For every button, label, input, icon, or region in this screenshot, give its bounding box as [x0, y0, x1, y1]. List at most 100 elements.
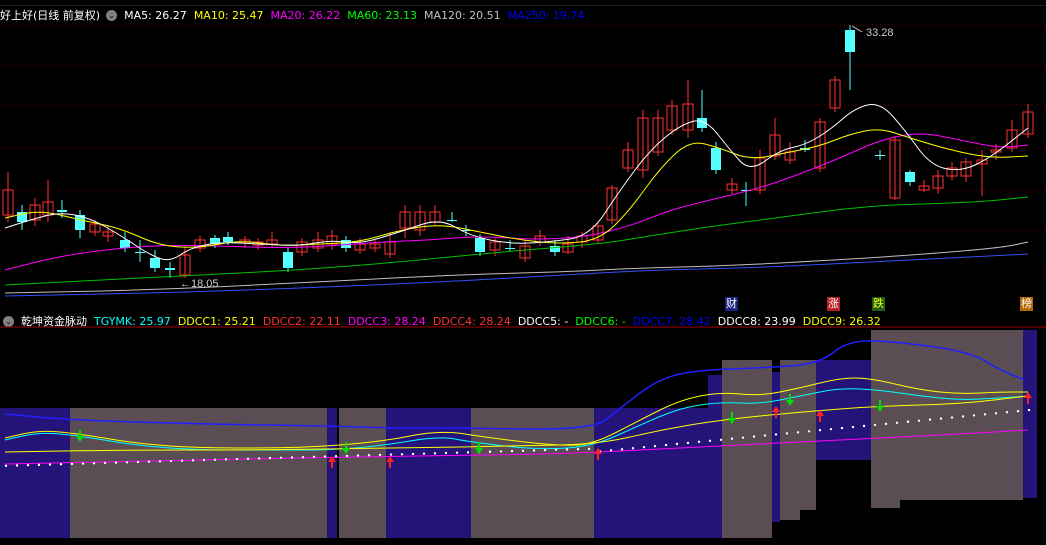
ddcc8-dot — [675, 442, 679, 446]
ddcc8-dot — [345, 454, 349, 458]
ddcc8-dot — [587, 447, 591, 451]
ddcc8-dot — [609, 449, 613, 452]
ddcc8-dot — [235, 457, 239, 461]
signal-band — [708, 375, 722, 538]
ddcc8-dot — [81, 462, 85, 465]
ddcc8-dot — [554, 448, 558, 452]
ddcc8-dot — [631, 447, 635, 450]
ddcc8-dot — [323, 455, 327, 458]
signal-band — [772, 372, 780, 522]
ddcc8-dot — [378, 453, 382, 457]
ddcc8-dot — [48, 463, 52, 466]
ddcc8-dot — [422, 452, 426, 455]
ddcc8-dot — [4, 464, 8, 468]
ddcc8-dot — [741, 436, 745, 439]
ddcc8-dot — [983, 413, 987, 416]
ddcc8-dot — [917, 419, 921, 422]
ddcc8-dot — [455, 451, 459, 454]
ddcc8-dot — [752, 435, 756, 438]
ddcc8-dot — [125, 461, 129, 464]
step-shadow — [780, 520, 1046, 540]
ddcc8-dot — [1016, 409, 1020, 413]
ddcc8-dot — [356, 454, 360, 457]
ddcc8-dot — [873, 423, 877, 427]
ddcc8-dot — [114, 461, 118, 464]
ddcc8-dot — [444, 451, 448, 455]
ddcc8-dot — [103, 461, 107, 465]
ddcc8-dot — [895, 421, 899, 425]
ddcc8-dot — [147, 460, 151, 463]
ddcc8-dot — [37, 463, 41, 467]
ddcc8-dot — [862, 424, 866, 428]
ddcc8-dot — [400, 453, 404, 456]
ddcc8-dot — [70, 462, 74, 466]
ddcc8-dot — [653, 444, 657, 448]
ddcc8-dot — [829, 427, 833, 431]
ddcc8-dot — [620, 448, 624, 451]
ddcc8-dot — [92, 462, 96, 465]
ddcc8-dot — [213, 458, 217, 461]
ddcc8-dot — [268, 456, 272, 460]
ddcc8-dot — [1027, 408, 1031, 412]
ddcc8-dot — [532, 449, 536, 452]
ddcc8-dot — [994, 412, 998, 415]
ddcc8-dot — [708, 439, 712, 443]
ddcc8-dot — [15, 464, 19, 467]
ddcc8-dot — [169, 459, 173, 463]
ddcc8-dot — [961, 415, 965, 418]
ddcc8-dot — [576, 447, 580, 451]
ddcc8-dot — [312, 455, 316, 459]
ddcc8-dot — [246, 457, 250, 460]
signal-band — [594, 408, 722, 538]
ddcc8-dot — [389, 453, 393, 456]
ddcc8-dot — [543, 448, 547, 452]
ddcc8-dot — [939, 417, 943, 420]
ddcc8-dot — [488, 450, 492, 453]
signal-band — [1023, 330, 1037, 498]
ddcc8-dot — [565, 448, 569, 451]
ddcc8-dot — [257, 457, 261, 460]
ddcc8-dot — [697, 440, 701, 444]
ddcc8-dot — [664, 443, 668, 447]
ddcc8-dot — [290, 456, 294, 459]
ddcc8-dot — [136, 460, 140, 464]
signal-band — [70, 408, 327, 538]
ddcc8-dot — [202, 458, 206, 462]
ddcc8-dot — [433, 452, 437, 455]
ddcc8-dot — [334, 455, 338, 458]
ddcc8-dot — [763, 434, 767, 437]
ddcc8-dot — [785, 432, 789, 435]
ddcc8-dot — [851, 425, 855, 429]
signal-band — [327, 408, 337, 538]
ddcc8-dot — [950, 416, 954, 419]
ddcc8-dot — [1005, 411, 1009, 414]
ddcc8-dot — [818, 429, 822, 432]
ddcc8-dot — [807, 430, 811, 433]
ddcc8-dot — [180, 459, 184, 462]
signal-band — [871, 330, 1023, 508]
capital-pulse-chart[interactable] — [0, 0, 1046, 545]
ddcc8-dot — [840, 426, 844, 430]
ddcc8-dot — [191, 459, 195, 462]
ddcc8-dot — [158, 460, 162, 463]
signal-band — [722, 360, 772, 538]
signal-band — [780, 360, 816, 520]
ddcc8-dot — [774, 433, 778, 436]
ddcc8-dot — [367, 454, 371, 457]
ddcc8-dot — [224, 458, 228, 461]
ddcc8-dot — [730, 437, 734, 440]
ddcc8-dot — [510, 449, 514, 453]
ddcc8-dot — [59, 463, 63, 466]
ddcc8-dot — [972, 414, 976, 417]
ddcc8-dot — [928, 418, 932, 421]
ddcc8-dot — [884, 422, 888, 426]
ddcc8-dot — [906, 420, 910, 423]
step-shadow — [900, 500, 1046, 510]
ddcc8-dot — [499, 450, 503, 453]
ddcc8-dot — [466, 451, 470, 454]
ddcc8-dot — [642, 445, 646, 449]
ddcc8-dot — [301, 455, 305, 459]
ddcc8-dot — [521, 449, 525, 452]
ddcc8-dot — [411, 452, 415, 456]
ddcc8-dot — [26, 463, 30, 467]
